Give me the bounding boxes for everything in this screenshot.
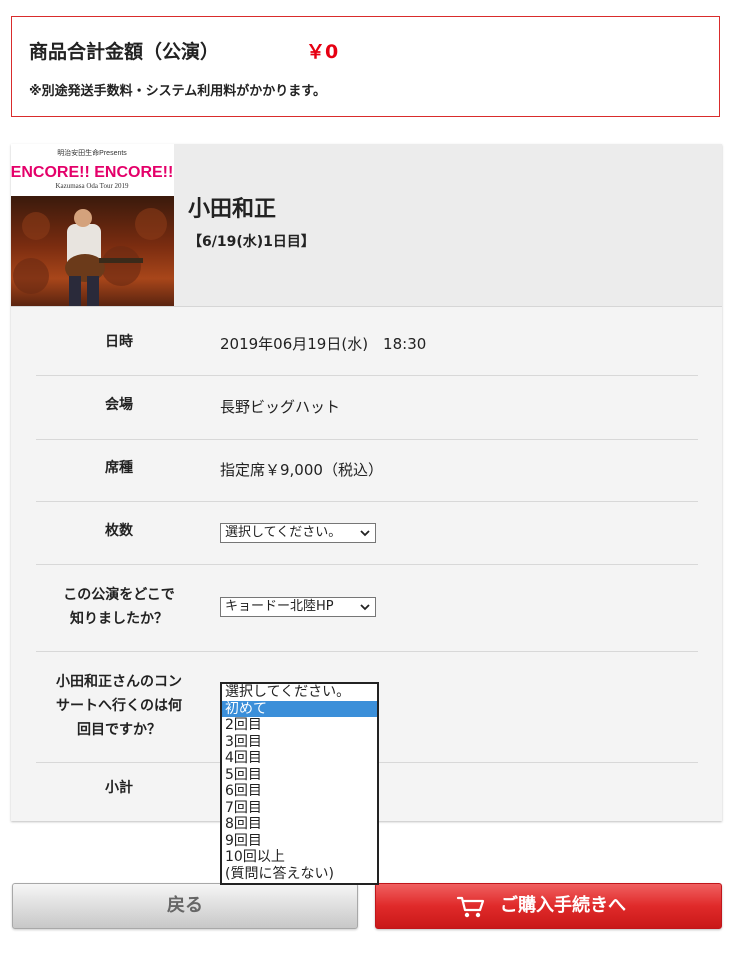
thumb-presents-text: 明治安田生命Presents bbox=[57, 148, 127, 157]
datetime-label: 日時 bbox=[105, 334, 133, 350]
artist-name: 小田和正 bbox=[188, 197, 277, 222]
row-seat: 席種 指定席￥9,000（税込） bbox=[36, 440, 698, 502]
visits-label: 小田和正さんのコン サートへ行くのは何 回目ですか？ bbox=[36, 670, 202, 742]
seat-label: 席種 bbox=[105, 460, 133, 476]
visits-option-highlighted[interactable]: 初めて bbox=[222, 700, 377, 717]
subtotal-label: 小計 bbox=[105, 780, 133, 796]
datetime-value: 2019年06月19日(水) 18:30 bbox=[220, 335, 427, 353]
visits-option[interactable]: 7回目 bbox=[222, 800, 377, 817]
ticket-count-select[interactable]: 選択してください。 bbox=[220, 523, 376, 543]
order-total-box: 商品合計金額（公演） ￥0 ※別途発送手数料・システム利用料がかかります。 bbox=[11, 16, 720, 117]
visits-option[interactable]: (質問に答えない) bbox=[222, 866, 377, 883]
buy-label: ご購入手続きへ bbox=[500, 895, 626, 916]
source-label: この公演をどこで 知りましたか？ bbox=[36, 583, 202, 631]
visits-dropdown-list[interactable]: 選択してください。 初めて 2回目 3回目 4回目 5回目 6回目 7回目 8回… bbox=[220, 682, 379, 885]
source-select[interactable]: キョードー北陸HP bbox=[220, 597, 376, 617]
event-header: 明治安田生命Presents ENCORE!! ENCORE!! Kazumas… bbox=[11, 144, 722, 307]
seat-value: 指定席￥9,000（税込） bbox=[220, 461, 383, 479]
venue-value: 長野ビッグハット bbox=[220, 398, 341, 416]
proceed-to-purchase-button[interactable]: ご購入手続きへ bbox=[375, 883, 722, 929]
visits-option[interactable]: 6回目 bbox=[222, 783, 377, 800]
visits-option[interactable]: 8回目 bbox=[222, 816, 377, 833]
fee-note: ※別途発送手数料・システム利用料がかかります。 bbox=[29, 84, 326, 99]
visits-label-line1: 小田和正さんのコン bbox=[56, 674, 182, 690]
row-source: この公演をどこで 知りましたか？ キョードー北陸HP bbox=[36, 565, 698, 652]
tour-logo: 明治安田生命Presents ENCORE!! ENCORE!! Kazumas… bbox=[11, 144, 174, 196]
cart-icon bbox=[456, 896, 485, 918]
source-selected: キョードー北陸HP bbox=[225, 599, 334, 614]
chevron-down-icon bbox=[360, 604, 370, 611]
performance-date: 【6/19(水)1日目】 bbox=[188, 234, 315, 250]
venue-label: 会場 bbox=[105, 397, 133, 413]
artist-photo bbox=[11, 196, 174, 306]
total-amount: ￥0 bbox=[306, 41, 339, 63]
visits-option[interactable]: 4回目 bbox=[222, 750, 377, 767]
thumb-subtitle-text: Kazumasa Oda Tour 2019 bbox=[55, 182, 129, 190]
ticket-count-selected: 選択してください。 bbox=[225, 525, 342, 540]
visits-option[interactable]: 2回目 bbox=[222, 717, 377, 734]
event-thumbnail: 明治安田生命Presents ENCORE!! ENCORE!! Kazumas… bbox=[11, 144, 174, 306]
row-venue: 会場 長野ビッグハット bbox=[36, 376, 698, 440]
visits-option[interactable]: 5回目 bbox=[222, 767, 377, 784]
chevron-down-icon bbox=[360, 530, 370, 537]
row-datetime: 日時 2019年06月19日(水) 18:30 bbox=[36, 306, 698, 376]
visits-label-line3: 回目ですか？ bbox=[77, 722, 161, 738]
visits-option[interactable]: 10回以上 bbox=[222, 849, 377, 866]
thumb-logo-text: ENCORE!! ENCORE!! bbox=[11, 164, 173, 181]
total-title: 商品合計金額（公演） bbox=[29, 41, 220, 63]
visits-option[interactable]: 9回目 bbox=[222, 833, 377, 850]
visits-label-line2: サートへ行くのは何 bbox=[56, 698, 182, 714]
source-label-line2: 知りましたか？ bbox=[70, 611, 168, 627]
row-count: 枚数 選択してください。 bbox=[36, 502, 698, 565]
back-button[interactable]: 戻る bbox=[12, 883, 358, 929]
count-label: 枚数 bbox=[105, 523, 133, 539]
visits-option[interactable]: 選択してください。 bbox=[222, 684, 377, 701]
source-label-line1: この公演をどこで bbox=[63, 587, 175, 603]
visits-option[interactable]: 3回目 bbox=[222, 734, 377, 751]
